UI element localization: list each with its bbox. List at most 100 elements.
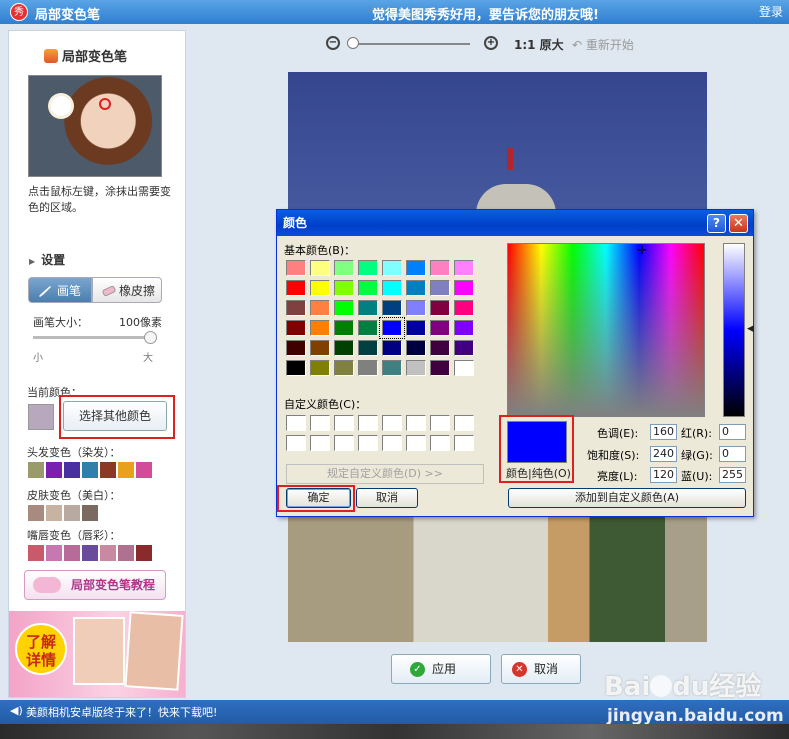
lum-field[interactable]: 120 xyxy=(650,467,677,483)
custom-color-cell[interactable] xyxy=(382,415,402,431)
basic-color-cell[interactable] xyxy=(406,360,426,376)
basic-color-cell[interactable] xyxy=(406,340,426,356)
custom-color-cell[interactable] xyxy=(286,435,306,451)
color-swatch[interactable] xyxy=(82,462,98,478)
basic-color-cell[interactable] xyxy=(454,360,474,376)
basic-color-cell[interactable] xyxy=(382,260,402,276)
basic-color-cell[interactable] xyxy=(430,340,450,356)
basic-color-cell[interactable] xyxy=(358,260,378,276)
color-swatch[interactable] xyxy=(136,462,152,478)
sat-field[interactable]: 240 xyxy=(650,446,677,462)
color-spectrum[interactable] xyxy=(507,243,705,417)
color-swatch[interactable] xyxy=(46,545,62,561)
restart-button[interactable]: ↶ 重新开始 xyxy=(572,36,634,53)
status-message[interactable]: 美颜相机安卓版终于来了！快来下载吧! xyxy=(26,704,217,720)
custom-color-cell[interactable] xyxy=(430,415,450,431)
basic-color-cell[interactable] xyxy=(454,340,474,356)
basic-color-cell[interactable] xyxy=(430,260,450,276)
basic-color-cell[interactable] xyxy=(310,300,330,316)
custom-color-cell[interactable] xyxy=(334,415,354,431)
color-swatch[interactable] xyxy=(46,462,62,478)
basic-color-cell[interactable] xyxy=(430,360,450,376)
basic-color-cell[interactable] xyxy=(334,320,354,336)
custom-color-cell[interactable] xyxy=(406,435,426,451)
share-message[interactable]: 觉得美图秀秀好用，要告诉您的朋友哦! xyxy=(372,4,599,23)
basic-color-cell[interactable] xyxy=(406,260,426,276)
basic-color-cell[interactable] xyxy=(382,360,402,376)
help-icon[interactable]: ? xyxy=(707,214,726,233)
tutorial-button[interactable]: 局部变色笔教程 xyxy=(24,570,166,600)
luminance-bar[interactable] xyxy=(723,243,745,417)
basic-color-cell[interactable] xyxy=(430,320,450,336)
luminance-arrow-icon[interactable]: ◀ xyxy=(747,324,754,334)
define-custom-colors-button[interactable]: 规定自定义颜色(D) >> xyxy=(286,464,484,484)
basic-color-cell[interactable] xyxy=(334,340,354,356)
color-swatch[interactable] xyxy=(28,545,44,561)
cancel-button[interactable]: ✕ 取消 xyxy=(501,654,581,684)
color-swatch[interactable] xyxy=(28,462,44,478)
color-swatch[interactable] xyxy=(64,545,80,561)
color-swatch[interactable] xyxy=(64,505,80,521)
basic-color-cell[interactable] xyxy=(286,360,306,376)
custom-color-cell[interactable] xyxy=(286,415,306,431)
custom-color-cell[interactable] xyxy=(310,435,330,451)
basic-color-cell[interactable] xyxy=(334,280,354,296)
apply-button[interactable]: ✓ 应用 xyxy=(391,654,491,684)
color-swatch[interactable] xyxy=(64,462,80,478)
basic-color-cell[interactable] xyxy=(310,260,330,276)
login-link[interactable]: 登录 xyxy=(759,3,783,20)
basic-color-cell[interactable] xyxy=(379,317,405,339)
dialog-cancel-button[interactable]: 取消 xyxy=(356,488,418,508)
brush-size-slider-knob[interactable] xyxy=(144,331,157,344)
basic-color-cell[interactable] xyxy=(310,320,330,336)
basic-color-cell[interactable] xyxy=(286,300,306,316)
custom-color-cell[interactable] xyxy=(310,415,330,431)
blue-field[interactable]: 255 xyxy=(719,467,746,483)
basic-color-cell[interactable] xyxy=(286,340,306,356)
basic-color-cell[interactable] xyxy=(430,280,450,296)
color-swatch[interactable] xyxy=(82,545,98,561)
custom-color-cell[interactable] xyxy=(430,435,450,451)
basic-color-cell[interactable] xyxy=(406,300,426,316)
basic-color-cell[interactable] xyxy=(334,300,354,316)
basic-color-cell[interactable] xyxy=(454,260,474,276)
red-field[interactable]: 0 xyxy=(719,424,746,440)
color-swatch[interactable] xyxy=(28,505,44,521)
color-swatch[interactable] xyxy=(100,462,116,478)
basic-color-cell[interactable] xyxy=(430,300,450,316)
basic-color-cell[interactable] xyxy=(454,320,474,336)
custom-color-cell[interactable] xyxy=(382,435,402,451)
basic-color-cell[interactable] xyxy=(382,340,402,356)
basic-color-cell[interactable] xyxy=(358,340,378,356)
dialog-title[interactable]: 颜色 xyxy=(277,210,753,236)
basic-color-cell[interactable] xyxy=(358,280,378,296)
basic-color-cell[interactable] xyxy=(406,280,426,296)
color-swatch[interactable] xyxy=(118,462,134,478)
basic-color-cell[interactable] xyxy=(454,300,474,316)
zoom-out-icon[interactable]: − xyxy=(326,36,340,50)
tab-brush[interactable]: 画笔 xyxy=(28,277,92,303)
zoom-in-icon[interactable]: + xyxy=(484,36,498,50)
settings-header[interactable]: 设置 xyxy=(29,251,65,268)
color-swatch[interactable] xyxy=(46,505,62,521)
tab-eraser[interactable]: 橡皮擦 xyxy=(92,277,162,303)
brush-size-slider-track[interactable] xyxy=(33,336,153,339)
ad-banner[interactable]: 了解 详情 xyxy=(9,611,185,697)
custom-color-cell[interactable] xyxy=(334,435,354,451)
color-swatch[interactable] xyxy=(82,505,98,521)
color-swatch[interactable] xyxy=(136,545,152,561)
green-field[interactable]: 0 xyxy=(719,446,746,462)
basic-color-cell[interactable] xyxy=(286,260,306,276)
basic-color-cell[interactable] xyxy=(310,340,330,356)
basic-color-cell[interactable] xyxy=(310,360,330,376)
basic-color-cell[interactable] xyxy=(334,360,354,376)
basic-color-cell[interactable] xyxy=(310,280,330,296)
add-to-custom-colors-button[interactable]: 添加到自定义颜色(A) xyxy=(508,488,746,508)
basic-color-cell[interactable] xyxy=(334,260,354,276)
basic-color-cell[interactable] xyxy=(382,280,402,296)
basic-color-cell[interactable] xyxy=(406,320,426,336)
custom-color-cell[interactable] xyxy=(358,435,378,451)
color-swatch[interactable] xyxy=(118,545,134,561)
basic-color-cell[interactable] xyxy=(454,280,474,296)
custom-color-cell[interactable] xyxy=(406,415,426,431)
